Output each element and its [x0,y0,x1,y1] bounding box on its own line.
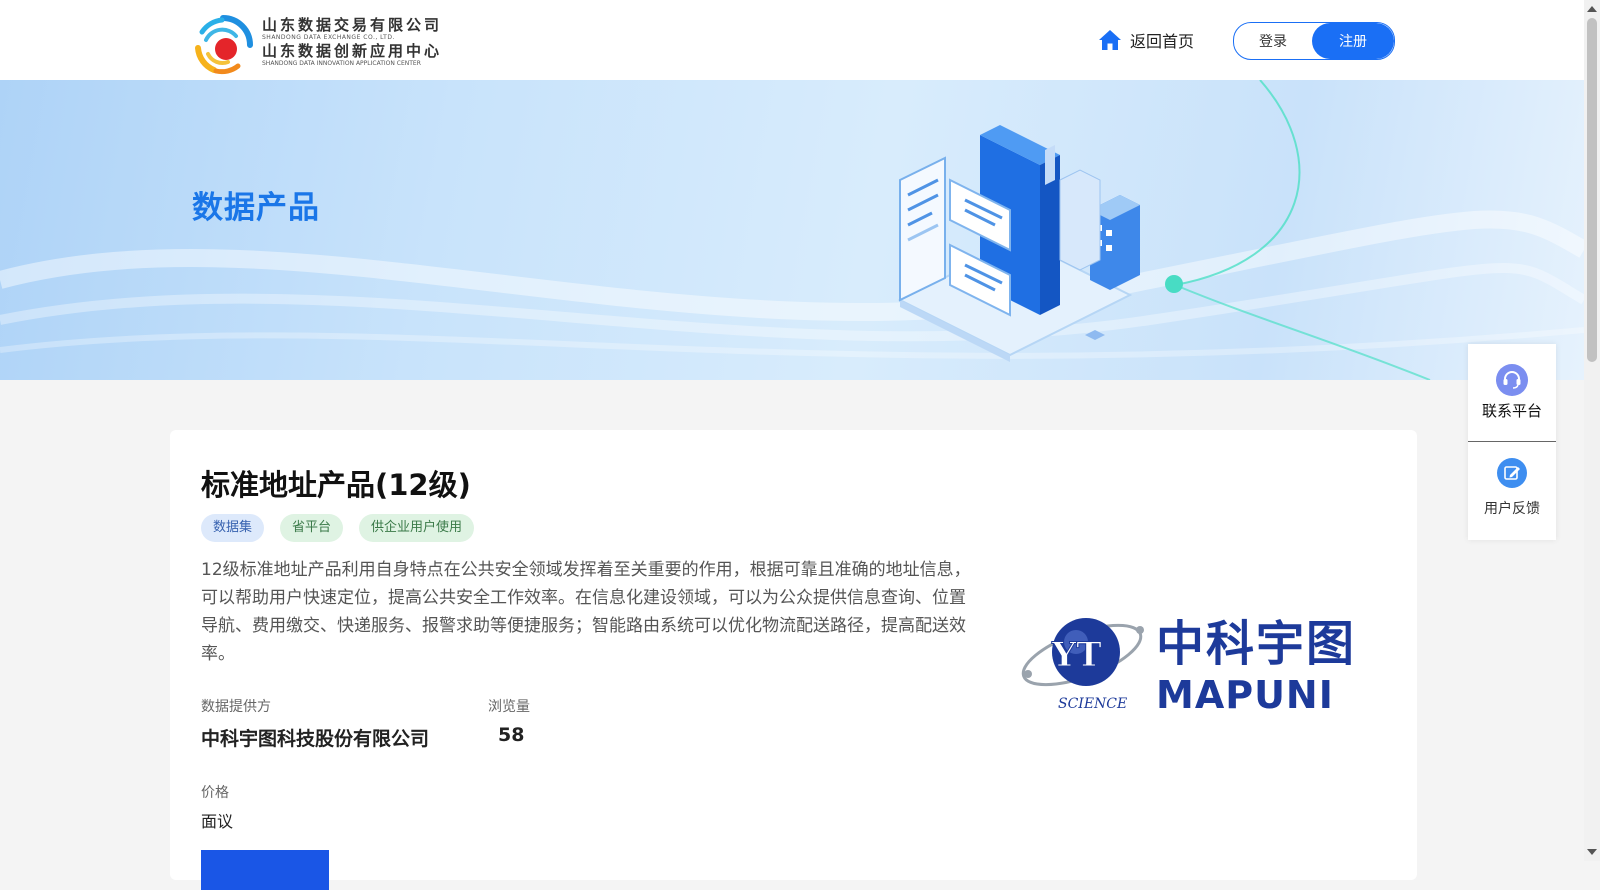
scrollbar-thumb[interactable] [1587,18,1597,362]
login-button[interactable]: 登录 [1234,23,1312,59]
user-feedback-button[interactable]: 用户反馈 [1468,458,1556,518]
home-icon [1099,30,1121,50]
vendor-cn-name: 中科宇图 [1156,616,1356,672]
page-banner: 数据产品 [0,80,1584,380]
scroll-up-arrow-icon[interactable] [1587,6,1597,12]
vendor-logo: YT SCIENCE 中科宇图 MAPUNI [1016,590,1376,720]
primary-action-button[interactable] [201,850,329,890]
vendor-emblem-letters: YT [1051,635,1102,675]
contact-platform-button[interactable]: 联系平台 [1468,364,1556,421]
product-title: 标准地址产品(12级) [201,468,471,502]
page-title: 数据产品 [192,190,320,226]
back-home-label: 返回首页 [1130,32,1195,51]
vendor-en-name: MAPUNI [1156,673,1334,717]
logo-center-name: 山东数据创新应用中心 [262,42,443,60]
headset-icon [1496,364,1528,396]
logo-company-name: 山东数据交易有限公司 [262,16,443,34]
product-detail-card: 标准地址产品(12级) 数据集 省平台 供企业用户使用 12级标准地址产品利用自… [170,430,1417,890]
views-value: 58 [498,724,525,746]
back-home-link[interactable]: 返回首页 [1098,27,1194,53]
product-description: 12级标准地址产品利用自身特点在公共安全领域发挥着至关重要的作用，根据可靠且准确… [201,560,971,664]
edit-icon [1497,458,1527,488]
logo-company-name-en: SHANDONG DATA EXCHANGE CO., LTD. [262,34,395,41]
auth-button-group: 登录 注册 [1233,22,1395,60]
price-value: 面议 [201,812,234,831]
scroll-down-arrow-icon[interactable] [1587,849,1597,855]
top-header: 山东数据交易有限公司 SHANDONG DATA EXCHANGE CO., L… [0,0,1584,80]
provider-value: 中科宇图科技股份有限公司 [201,728,430,750]
contact-platform-label: 联系平台 [1481,402,1542,420]
vendor-emblem-text: SCIENCE [1058,696,1127,712]
register-button[interactable]: 注册 [1312,23,1394,59]
tag-enterprise-use: 供企业用户使用 [359,514,475,542]
product-tags: 数据集 省平台 供企业用户使用 [201,514,475,542]
banner-wave-decoration [0,80,1584,380]
site-logo[interactable]: 山东数据交易有限公司 SHANDONG DATA EXCHANGE CO., L… [192,14,454,76]
floating-service-panel: 联系平台 用户反馈 [1468,344,1556,540]
provider-label: 数据提供方 [201,699,271,715]
float-panel-divider [1468,441,1556,442]
views-label: 浏览量 [488,699,530,715]
data-product-illustration [897,125,1140,362]
price-label: 价格 [201,785,229,801]
tag-provincial-platform: 省平台 [280,514,344,542]
page-scrollbar[interactable] [1584,0,1600,861]
user-feedback-label: 用户反馈 [1484,501,1540,517]
logo-emblem-icon [195,15,253,75]
mapuni-logo-icon: YT SCIENCE 中科宇图 MAPUNI [1021,616,1356,717]
logo-center-name-en: SHANDONG DATA INNOVATION APPLICATION CEN… [262,60,421,67]
tag-dataset: 数据集 [201,514,265,542]
